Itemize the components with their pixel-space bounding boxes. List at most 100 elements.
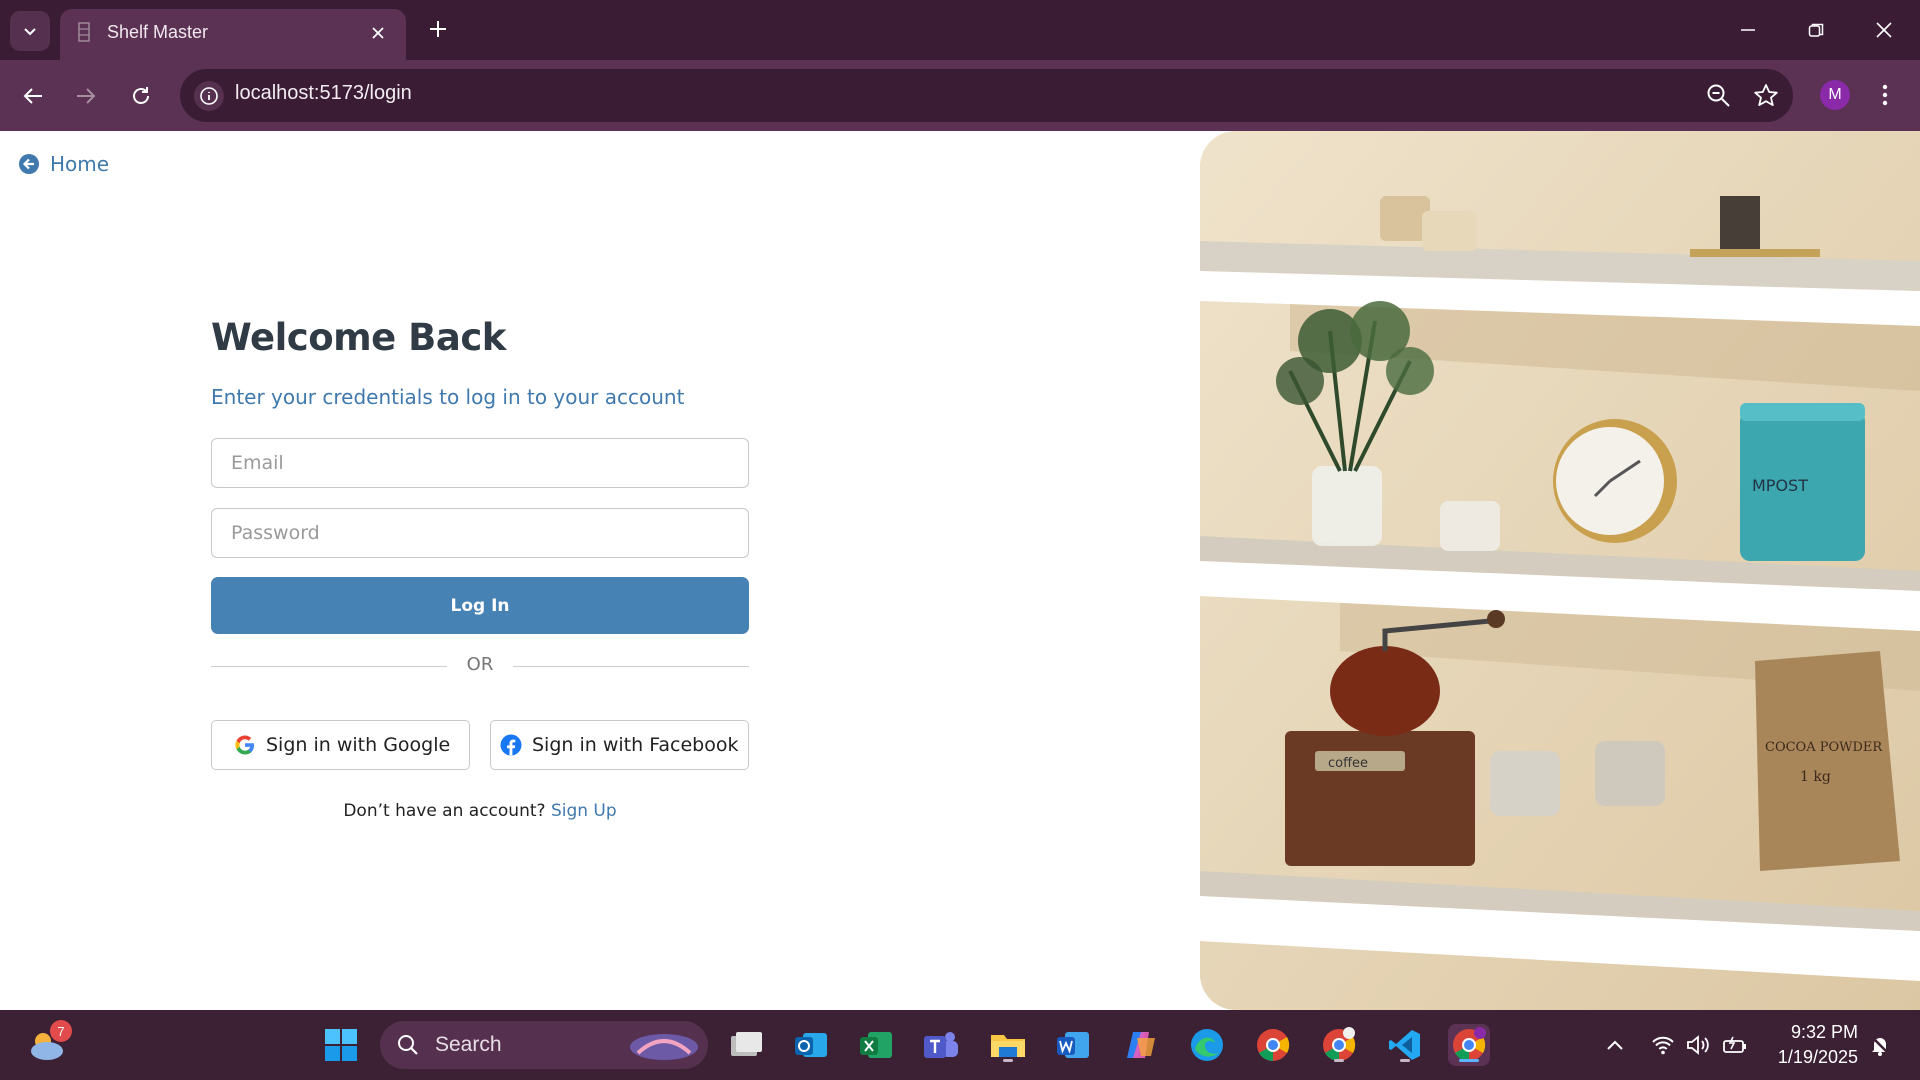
taskbar-clock[interactable]: 9:32 PM 1/19/2025 <box>1758 1020 1858 1070</box>
taskbar-app-chrome[interactable] <box>1252 1024 1294 1066</box>
notification-bell-icon <box>1870 1035 1890 1056</box>
profile-avatar[interactable]: M <box>1820 80 1850 110</box>
new-tab-button[interactable] <box>424 15 452 43</box>
restore-button[interactable] <box>1796 12 1836 48</box>
taskbar-search[interactable]: Search <box>380 1021 708 1069</box>
taskbar-app-files[interactable] <box>724 1024 766 1066</box>
battery-status[interactable] <box>1720 1030 1750 1060</box>
excel-icon <box>860 1032 892 1058</box>
weather-widget[interactable]: 7 <box>26 1020 72 1066</box>
browser-menu-button[interactable] <box>1870 80 1900 110</box>
running-indicator <box>1459 1059 1479 1062</box>
battery-charging-icon <box>1723 1036 1746 1053</box>
arrow-circle-left-icon <box>19 154 39 174</box>
chrome-profile-icon <box>1323 1027 1356 1062</box>
volume-status[interactable] <box>1683 1030 1713 1060</box>
taskbar-app-file-explorer[interactable] <box>987 1024 1029 1066</box>
bookmark-star-icon[interactable] <box>1751 81 1781 111</box>
close-icon <box>372 27 384 39</box>
word-icon <box>1057 1032 1089 1058</box>
divider-line-right <box>513 666 749 667</box>
weather-badge: 7 <box>50 1020 72 1042</box>
show-hidden-icons-button[interactable] <box>1600 1030 1630 1060</box>
google-icon <box>235 735 254 755</box>
teams-icon <box>924 1032 958 1058</box>
wifi-status[interactable] <box>1648 1030 1678 1060</box>
taskbar-app-chrome-active[interactable] <box>1448 1024 1490 1066</box>
minimize-button[interactable] <box>1728 12 1768 48</box>
login-page: Home Welcome Back Enter your credentials… <box>0 131 1920 1010</box>
shelf-favicon-icon <box>78 22 90 42</box>
password-field[interactable] <box>211 508 749 558</box>
hero-shelf-image: MPOST coffee COCOA POWDER 1 kg <box>1200 131 1920 1010</box>
login-form: Welcome Back Enter your credentials to l… <box>211 316 749 821</box>
taskbar-app-word[interactable] <box>1052 1024 1094 1066</box>
zoom-icon[interactable] <box>1705 82 1733 110</box>
start-button[interactable] <box>320 1024 362 1066</box>
taskbar-app-excel[interactable] <box>855 1024 897 1066</box>
chrome-active-icon <box>1453 1027 1486 1062</box>
browser-tab-active[interactable]: Shelf Master <box>60 9 406 60</box>
arrow-right-icon <box>77 88 96 104</box>
shelf-photo-illustration: MPOST coffee COCOA POWDER 1 kg <box>1200 131 1920 1010</box>
copilot-icon <box>1127 1032 1155 1058</box>
tab-title: Shelf Master <box>107 22 209 42</box>
page-subtitle: Enter your credentials to log in to your… <box>211 385 685 409</box>
taskbar-app-copilot[interactable] <box>1120 1024 1162 1066</box>
reload-icon <box>133 87 149 104</box>
forward-button[interactable] <box>67 77 105 115</box>
taskbar: 7 Search 9:32 PM 1/19/2025 <box>0 1010 1920 1080</box>
arrow-left-icon <box>23 88 42 104</box>
signup-link[interactable]: Sign Up <box>551 801 617 821</box>
notifications-button[interactable] <box>1865 1030 1895 1060</box>
info-icon <box>200 87 218 105</box>
taskbar-app-chrome-profile[interactable] <box>1318 1024 1360 1066</box>
svg-text:COCOA POWDER: COCOA POWDER <box>1765 740 1883 755</box>
url-text[interactable]: localhost:5173/login <box>235 82 412 105</box>
running-indicator <box>1400 1059 1410 1062</box>
or-label: OR <box>466 654 494 675</box>
taskbar-app-outlook[interactable] <box>790 1024 832 1066</box>
taskbar-app-teams[interactable] <box>920 1024 962 1066</box>
taskbar-search-label: Search <box>435 1033 502 1056</box>
reload-button[interactable] <box>122 77 160 115</box>
minimize-icon <box>1741 29 1755 31</box>
page-title: Welcome Back <box>211 316 506 359</box>
svg-text:MPOST: MPOST <box>1752 476 1808 495</box>
facebook-signin-label: Sign in with Facebook <box>532 734 739 756</box>
more-vertical-icon <box>1882 84 1888 106</box>
email-field[interactable] <box>211 438 749 488</box>
chevron-up-icon <box>1607 1040 1623 1050</box>
google-signin-button[interactable]: Sign in with Google <box>211 720 470 770</box>
svg-text:1 kg: 1 kg <box>1800 769 1831 785</box>
login-button[interactable]: Log In <box>211 577 749 634</box>
tab-list-button[interactable] <box>10 11 50 51</box>
google-signin-label: Sign in with Google <box>266 734 451 756</box>
taskbar-app-vscode[interactable] <box>1384 1024 1426 1066</box>
volume-icon <box>1687 1035 1709 1055</box>
windows-logo-icon <box>325 1029 357 1061</box>
facebook-signin-button[interactable]: Sign in with Facebook <box>490 720 749 770</box>
address-bar[interactable]: localhost:5173/login <box>180 69 1793 122</box>
vscode-icon <box>1389 1030 1420 1060</box>
taskbar-app-edge[interactable] <box>1186 1024 1228 1066</box>
chevron-down-icon <box>24 28 36 36</box>
running-indicator <box>1334 1059 1344 1062</box>
running-indicator <box>1003 1059 1013 1062</box>
tab-close-button[interactable] <box>366 21 390 45</box>
svg-text:coffee: coffee <box>1328 756 1368 771</box>
search-highlight-icon <box>630 1034 698 1060</box>
search-icon <box>398 1035 418 1055</box>
wifi-icon <box>1652 1036 1674 1055</box>
home-link[interactable]: Home <box>18 152 109 176</box>
site-info-button[interactable] <box>194 81 224 111</box>
or-divider: OR <box>211 651 749 681</box>
close-window-button[interactable] <box>1864 12 1904 48</box>
back-button[interactable] <box>14 77 52 115</box>
signup-prompt-text: Don’t have an account? <box>343 801 546 821</box>
close-icon <box>1876 22 1892 38</box>
chrome-icon <box>1257 1029 1290 1062</box>
home-label: Home <box>50 152 110 176</box>
folder-icon <box>991 1035 1025 1057</box>
signup-prompt: Don’t have an account? Sign Up <box>211 801 749 821</box>
